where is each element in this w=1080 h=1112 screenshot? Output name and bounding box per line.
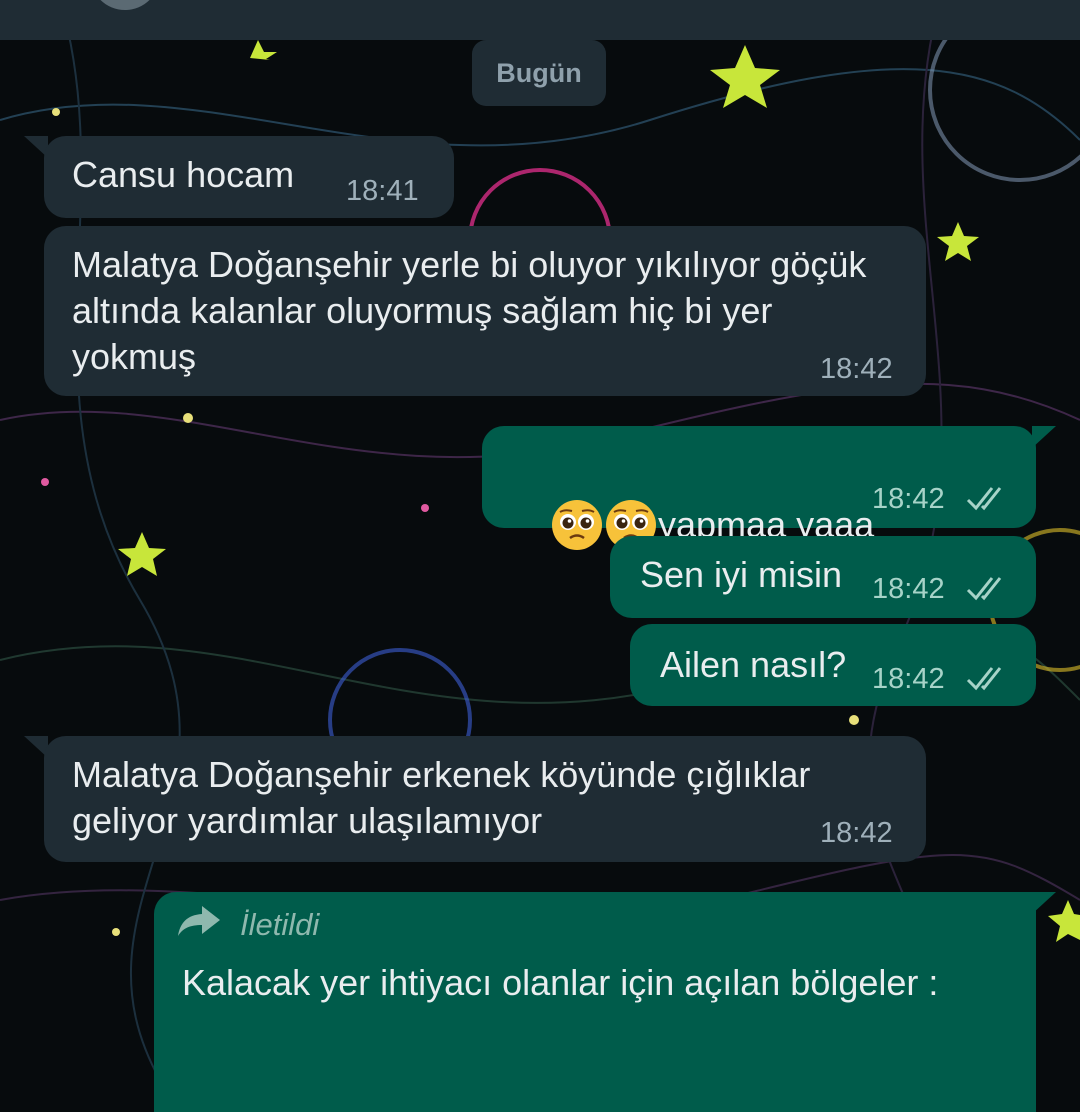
outgoing-message[interactable]: Sen iyi misin 18:42	[610, 536, 1036, 618]
message-text: Malatya Doğanşehir yerle bi oluyor yıkıl…	[72, 244, 867, 377]
message-time: 18:42	[872, 573, 945, 605]
incoming-message[interactable]: Malatya Doğanşehir yerle bi oluyor yıkıl…	[44, 226, 926, 396]
double-check-icon	[966, 487, 1002, 511]
chat-header	[0, 0, 1080, 40]
forwarded-label: İletildi	[240, 907, 320, 942]
message-text: Sen iyi misin	[640, 554, 843, 595]
message-time: 18:42	[820, 353, 893, 385]
outgoing-message[interactable]: Ailen nasıl? 18:42	[630, 624, 1036, 706]
incoming-message[interactable]: Cansu hocam 18:41	[44, 136, 454, 218]
message-time: 18:42	[872, 663, 945, 695]
message-time: 18:41	[346, 175, 419, 207]
message-text: Kalacak yer ihtiyacı olanlar için açılan…	[182, 962, 939, 1003]
date-separator: Bugün	[472, 40, 606, 106]
incoming-message[interactable]: Malatya Doğanşehir erkenek köyünde çığlı…	[44, 736, 926, 862]
message-text: Ailen nasıl?	[660, 644, 847, 685]
message-text: Malatya Doğanşehir erkenek köyünde çığlı…	[72, 754, 811, 841]
message-time: 18:42	[872, 483, 945, 515]
contact-avatar[interactable]	[90, 0, 160, 10]
double-check-icon	[966, 577, 1002, 601]
message-time: 18:42	[820, 817, 893, 849]
forwarded-message[interactable]: İletildi Kalacak yer ihtiyacı olanlar iç…	[154, 892, 1036, 1112]
double-check-icon	[966, 667, 1002, 691]
pleading-face-emoji	[552, 500, 603, 550]
forward-arrow-icon	[178, 906, 220, 936]
message-text: Cansu hocam	[72, 154, 295, 195]
outgoing-message[interactable]: yapmaa yaaa 18:42	[482, 426, 1036, 550]
